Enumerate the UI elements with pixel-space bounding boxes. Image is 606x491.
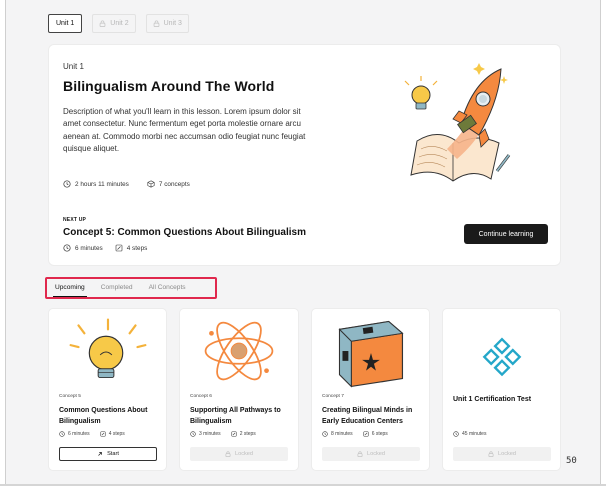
unit-hero-card: Unit 1 Bilingualism Around The World Des… bbox=[48, 44, 561, 266]
bottom-divider bbox=[0, 484, 606, 486]
concept-label: Concept 7 bbox=[322, 394, 344, 399]
concept-meta: 3 minutes 2 steps bbox=[190, 431, 256, 437]
steps-icon bbox=[363, 431, 369, 437]
clock-icon bbox=[190, 431, 196, 437]
locked-button-label: Locked bbox=[366, 451, 386, 457]
concept-label: Concept 6 bbox=[190, 394, 212, 399]
diamond-cluster-icon bbox=[482, 337, 522, 377]
concept-title: Common Questions About Bilingualism bbox=[59, 407, 148, 425]
cube-icon bbox=[147, 180, 155, 188]
concept-steps: 2 steps bbox=[239, 431, 256, 437]
shape-sorter-cube-illustration bbox=[338, 320, 404, 388]
locked-button-label: Locked bbox=[234, 451, 254, 457]
lock-icon bbox=[357, 451, 363, 457]
locked-button-label: Locked bbox=[497, 451, 517, 457]
unit-tabs: Unit 1 Unit 2 Unit 3 bbox=[48, 14, 189, 33]
continue-learning-button[interactable]: Continue learning bbox=[464, 224, 548, 244]
concept-title: Supporting All Pathways to Bilingualism bbox=[190, 407, 281, 425]
concept-label: Concept 5 bbox=[59, 394, 81, 399]
locked-button[interactable]: Locked bbox=[322, 447, 420, 461]
concept-duration: 8 minutes bbox=[331, 431, 353, 437]
unit-tab-label: Unit 1 bbox=[56, 20, 75, 27]
certification-meta: 45 minutes bbox=[453, 431, 486, 437]
tab-completed[interactable]: Completed bbox=[101, 279, 133, 297]
unit-description: Description of what you'll learn in this… bbox=[63, 107, 306, 154]
next-up-label: NEXT UP bbox=[63, 217, 87, 223]
tab-upcoming[interactable]: Upcoming bbox=[53, 279, 87, 297]
concept-filter-tabs: Upcoming Completed All Concepts bbox=[45, 277, 217, 299]
clock-icon bbox=[453, 431, 459, 437]
clock-icon bbox=[63, 180, 71, 188]
atom-illustration bbox=[204, 321, 274, 381]
lock-icon bbox=[99, 20, 106, 27]
next-concept-meta: 6 minutes 4 steps bbox=[63, 244, 147, 252]
steps-icon bbox=[231, 431, 237, 437]
concept-duration: 6 minutes bbox=[68, 431, 90, 437]
certification-duration: 45 minutes bbox=[462, 431, 487, 437]
unit-duration: 2 hours 11 minutes bbox=[75, 180, 129, 188]
unit-meta: 2 hours 11 minutes 7 concepts bbox=[63, 180, 190, 188]
concept-steps: 4 steps bbox=[108, 431, 125, 437]
next-concept-title: Concept 5: Common Questions About Biling… bbox=[63, 227, 306, 238]
page-number: 50 bbox=[566, 456, 577, 466]
next-concept-steps: 4 steps bbox=[126, 244, 148, 252]
unit-concepts-count: 7 concepts bbox=[158, 180, 190, 188]
concept-duration: 3 minutes bbox=[199, 431, 221, 437]
steps-icon bbox=[115, 244, 123, 252]
lock-icon bbox=[153, 20, 159, 27]
clock-icon bbox=[322, 431, 328, 437]
lightbulb-illustration bbox=[69, 318, 147, 379]
lock-icon bbox=[488, 451, 494, 457]
concept-card[interactable]: Concept 7 Creating Bilingual Minds in Ea… bbox=[311, 308, 430, 471]
clock-icon bbox=[63, 244, 71, 252]
certification-card[interactable]: Unit 1 Certification Test 45 minutes Loc… bbox=[442, 308, 561, 471]
unit-tab-label: Unit 3 bbox=[163, 20, 182, 27]
unit-title: Bilingualism Around The World bbox=[63, 78, 275, 94]
next-concept-duration: 6 minutes bbox=[75, 244, 103, 252]
concept-card[interactable]: Concept 6 Supporting All Pathways to Bil… bbox=[179, 308, 299, 471]
steps-icon bbox=[100, 431, 106, 437]
unit-tab-label: Unit 2 bbox=[110, 20, 129, 27]
unit-eyebrow: Unit 1 bbox=[63, 62, 84, 71]
start-button[interactable]: Start bbox=[59, 447, 157, 461]
concept-steps: 6 steps bbox=[371, 431, 388, 437]
locked-button[interactable]: Locked bbox=[190, 447, 288, 461]
tab-all-concepts[interactable]: All Concepts bbox=[149, 279, 186, 297]
unit-tab-2[interactable]: Unit 2 bbox=[92, 14, 136, 33]
clock-icon bbox=[59, 431, 65, 437]
rocket-book-illustration bbox=[404, 63, 511, 182]
locked-button[interactable]: Locked bbox=[453, 447, 551, 461]
start-button-label: Start bbox=[107, 451, 119, 457]
concept-meta: 8 minutes 6 steps bbox=[322, 431, 388, 437]
concept-meta: 6 minutes 4 steps bbox=[59, 431, 125, 437]
unit-tab-3[interactable]: Unit 3 bbox=[145, 14, 189, 33]
unit-tab-1[interactable]: Unit 1 bbox=[48, 14, 83, 33]
concept-card[interactable]: Concept 5 Common Questions About Bilingu… bbox=[48, 308, 167, 471]
lock-icon bbox=[225, 451, 231, 457]
certification-title: Unit 1 Certification Test bbox=[453, 396, 532, 403]
arrow-up-right-icon bbox=[98, 452, 102, 456]
concept-title: Creating Bilingual Minds in Early Educat… bbox=[322, 407, 413, 425]
